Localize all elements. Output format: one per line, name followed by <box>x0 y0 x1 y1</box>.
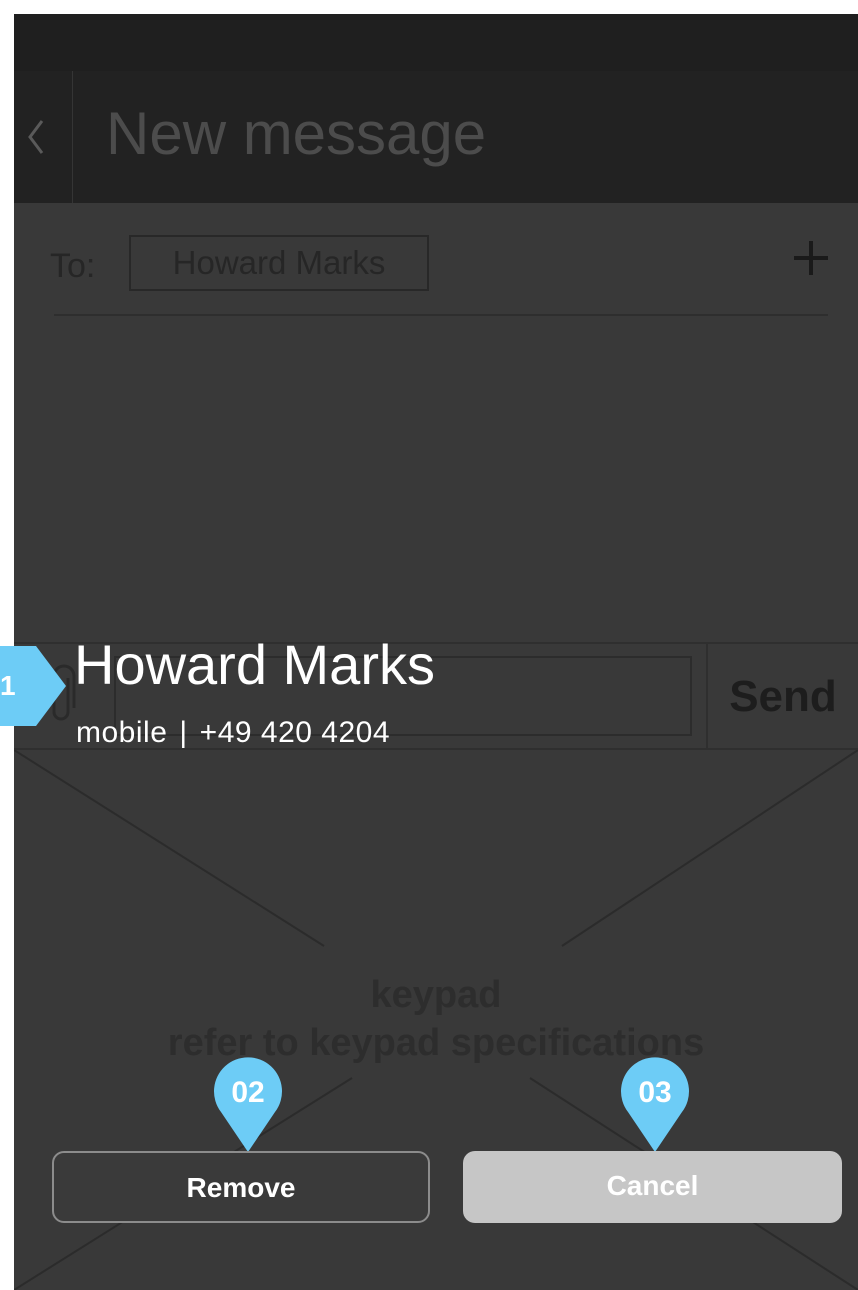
detail-separator: | <box>179 716 188 749</box>
remove-button[interactable]: Remove <box>52 1151 430 1223</box>
add-recipient-button[interactable] <box>794 241 828 275</box>
to-label: To: <box>50 247 96 285</box>
annotation-marker-3: 03 <box>618 1054 692 1154</box>
annotation-marker-2: 02 <box>211 1054 285 1154</box>
recipient-row: To: Howard Marks <box>14 203 858 315</box>
phone-type: mobile <box>76 716 168 749</box>
recipient-divider <box>54 314 828 316</box>
back-button[interactable] <box>14 71 73 203</box>
send-button[interactable]: Send <box>708 644 858 748</box>
keypad-subtitle: refer to keypad specifications <box>167 1022 705 1064</box>
recipient-chip[interactable]: Howard Marks <box>129 235 429 291</box>
keypad-title: keypad <box>370 974 502 1016</box>
page-title: New message <box>106 100 487 167</box>
contact-detail: mobile | +49 420 4204 <box>76 716 390 750</box>
marker-1-label: 1 <box>0 670 16 701</box>
back-chevron-icon <box>28 120 44 154</box>
annotation-marker-1: 1 <box>0 646 66 731</box>
marker-3-label: 03 <box>638 1076 672 1109</box>
contact-name: Howard Marks <box>74 633 435 696</box>
phone-number: +49 420 4204 <box>199 716 391 749</box>
navigation-bar: New message <box>14 71 858 203</box>
cancel-button[interactable]: Cancel <box>463 1151 842 1223</box>
status-bar <box>14 14 858 71</box>
marker-2-label: 02 <box>231 1076 265 1109</box>
